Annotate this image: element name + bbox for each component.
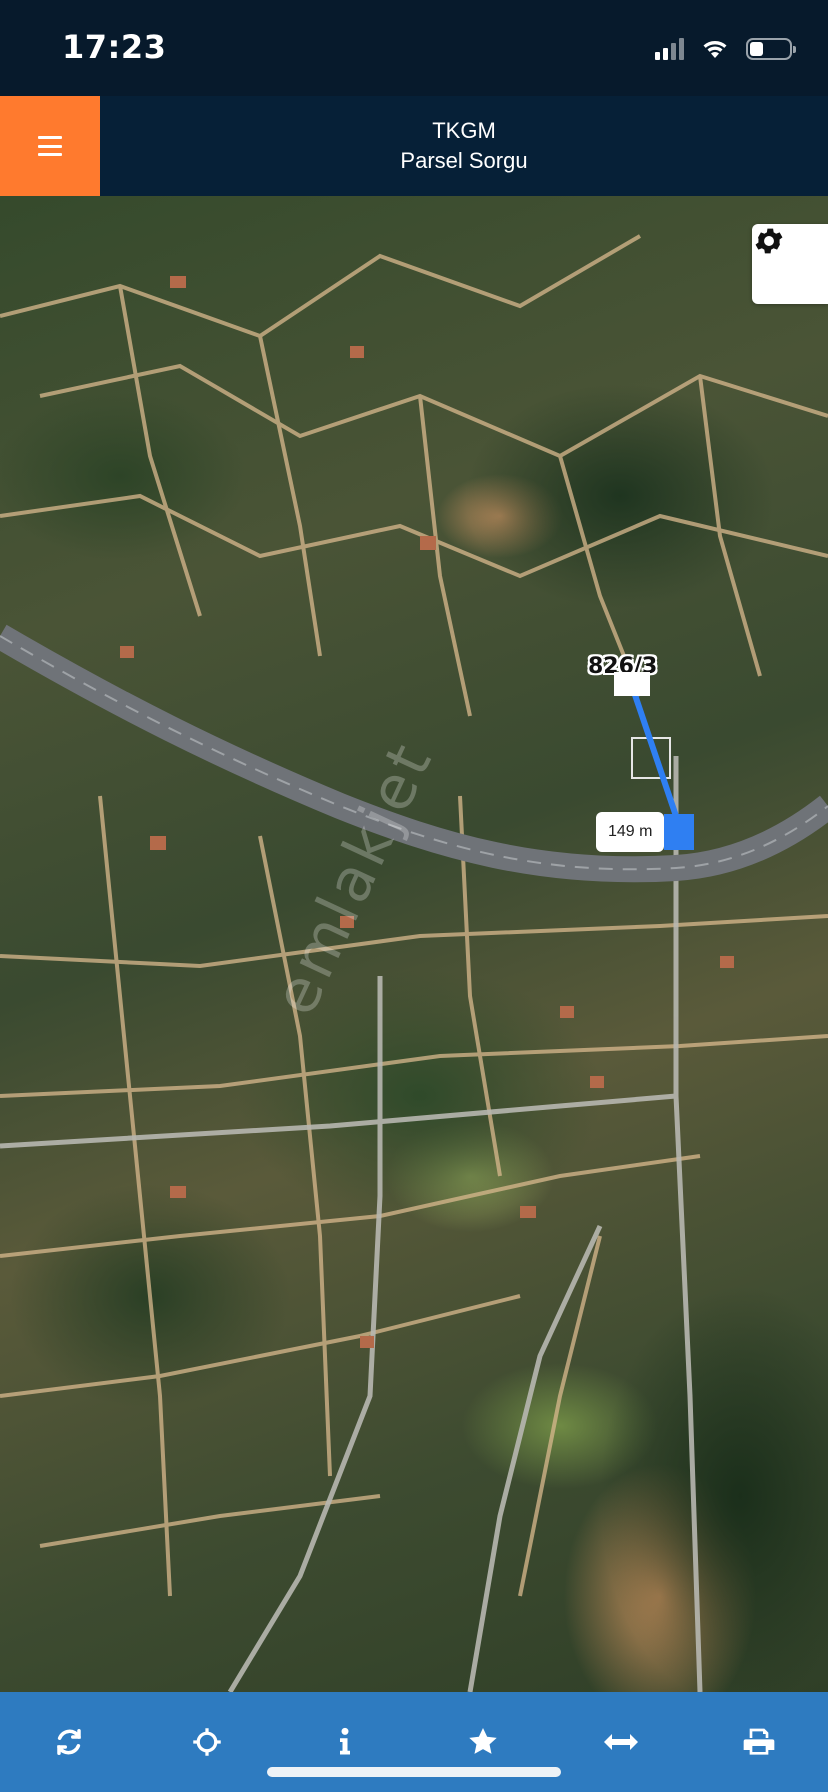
parcel-marker[interactable] [614, 672, 650, 696]
locate-button[interactable] [167, 1707, 247, 1777]
refresh-button[interactable] [29, 1707, 109, 1777]
status-time: 17:23 [62, 28, 167, 66]
status-bar: 17:23 [0, 0, 828, 96]
app-title: TKGM [432, 118, 496, 143]
crosshair-icon [193, 1728, 221, 1756]
refresh-icon [57, 1729, 81, 1755]
horizontal-arrows-icon [604, 1734, 638, 1750]
header-title-block: TKGM Parsel Sorgu [100, 96, 828, 196]
cellular-signal-icon [655, 38, 684, 60]
printer-icon [743, 1728, 775, 1755]
measure-endpoint-handle[interactable] [664, 814, 694, 850]
bottom-toolbar [0, 1692, 828, 1792]
star-icon [469, 1728, 497, 1754]
app-header: TKGM Parsel Sorgu [0, 96, 828, 196]
menu-button[interactable] [0, 96, 100, 196]
print-button[interactable] [719, 1707, 799, 1777]
app-subtitle: Parsel Sorgu [400, 148, 528, 173]
satellite-map[interactable]: emlakjet 826/3 149 m [0, 196, 828, 1692]
measure-button[interactable] [581, 1707, 661, 1777]
map-roads [0, 234, 828, 1692]
distance-label: 149 m [596, 812, 676, 852]
status-icons [655, 36, 796, 62]
hamburger-menu-icon [38, 136, 62, 156]
gear-icon [755, 228, 783, 254]
wifi-icon [703, 41, 727, 58]
info-icon [340, 1727, 350, 1755]
home-indicator[interactable] [267, 1767, 561, 1777]
map-settings-button[interactable] [752, 224, 828, 304]
battery-icon [746, 38, 796, 60]
